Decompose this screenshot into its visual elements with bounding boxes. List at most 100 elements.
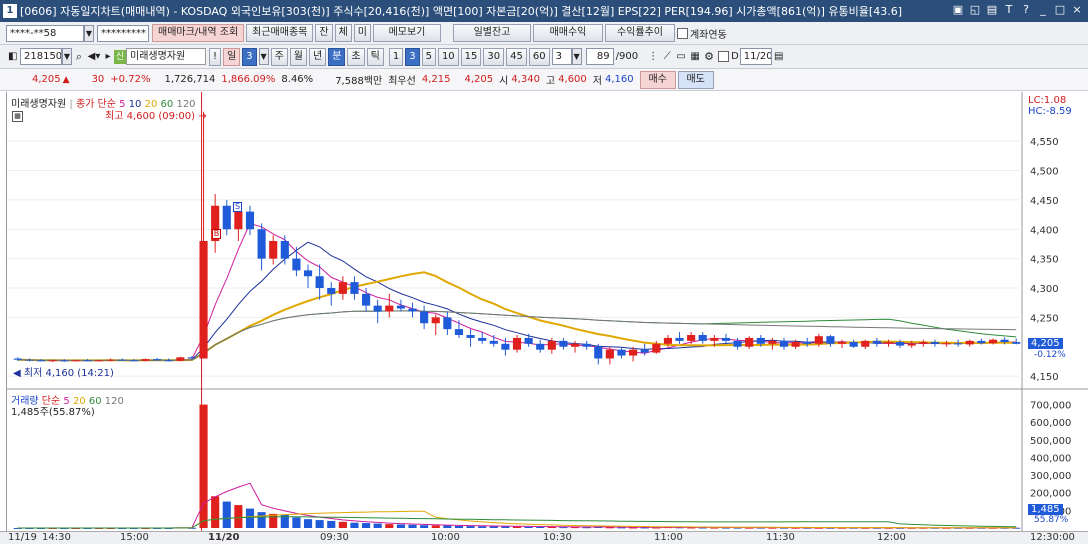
- candle-body: [187, 357, 197, 359]
- restore-layout-icon[interactable]: ◱: [968, 3, 982, 17]
- minimize-icon[interactable]: _: [1036, 3, 1050, 17]
- interval-dropdown-icon[interactable]: ▼: [571, 48, 582, 65]
- period-year-button[interactable]: 년: [309, 47, 327, 66]
- period-tick-button[interactable]: 틱: [366, 47, 384, 66]
- font-icon[interactable]: T: [1002, 3, 1016, 17]
- interval-60-button[interactable]: 60: [528, 47, 550, 66]
- candle-body: [582, 343, 591, 347]
- password-field[interactable]: *********: [97, 24, 149, 42]
- current-price: 4,205: [32, 74, 61, 85]
- period-second-button[interactable]: 초: [347, 47, 365, 66]
- sell-marker[interactable]: S: [233, 202, 242, 212]
- up-arrow-icon: ▲: [62, 74, 70, 85]
- executed-button[interactable]: 체: [334, 24, 352, 42]
- code-dropdown-icon[interactable]: ▼: [62, 48, 72, 65]
- date-checkbox[interactable]: [718, 51, 730, 62]
- volume-bar: [338, 521, 347, 528]
- candle-body: [141, 359, 150, 361]
- window-controls: ▣ ◱ ▤ T ? _ □ ×: [951, 3, 1084, 17]
- credit-badge-icon: 신: [114, 49, 126, 64]
- prev-stock-icon[interactable]: ▸: [102, 51, 114, 62]
- return-trend-button[interactable]: 수익률추이: [604, 24, 675, 42]
- interval-1-button[interactable]: 1: [388, 47, 404, 66]
- account-dropdown-icon[interactable]: ▼: [84, 24, 94, 42]
- window-number-badge: 1: [3, 4, 17, 18]
- candle-body: [768, 340, 777, 344]
- chart-canvas[interactable]: 4,550 4,500 4,450 4,400 4,350 4,300 4,250 4,150…: [7, 92, 1088, 531]
- layout-icon[interactable]: ▣: [951, 3, 965, 17]
- candle-body: [501, 343, 510, 350]
- chart-toolbar: ◧ 218150 ▼ ⌕ ◀▾ ▸ 신 미래생명자원 ! 일 3 ▼ 주 월 년…: [0, 45, 1088, 69]
- price-axis: 4,550 4,500 4,450 4,400 4,350 4,300 4,250 4,150…: [1030, 137, 1071, 517]
- gear-icon[interactable]: ⚙: [702, 50, 716, 63]
- save-icon[interactable]: ▦: [688, 51, 702, 62]
- period-day-count-button[interactable]: 3: [242, 47, 257, 66]
- x-tick-label: 11/20: [208, 532, 240, 543]
- candle-body: [629, 349, 638, 356]
- candle-body: [872, 340, 881, 344]
- candle-body: [547, 340, 556, 350]
- volume-tick-label: 600,000: [1030, 418, 1071, 429]
- volume-bar: [536, 526, 545, 528]
- interval-30-button[interactable]: 30: [483, 47, 505, 66]
- candle-body: [327, 288, 336, 294]
- calendar-icon[interactable]: ▤: [772, 51, 786, 62]
- candle-body: [837, 342, 847, 344]
- volume-bar: [478, 526, 487, 528]
- day-count-dropdown-icon[interactable]: ▼: [258, 48, 269, 65]
- interval-5-button[interactable]: 5: [421, 47, 436, 66]
- period-day-button[interactable]: 일: [223, 47, 241, 66]
- candle-body: [988, 339, 998, 344]
- trade-mark-query-button[interactable]: 매매마크/내역 조회: [152, 24, 245, 42]
- trend-line-icon[interactable]: ⟋: [660, 51, 674, 62]
- close-icon[interactable]: ×: [1070, 3, 1084, 17]
- lc-label: LC:1.08: [1028, 95, 1067, 106]
- candle-body: [315, 276, 324, 288]
- recent-trades-button[interactable]: 최근매매종목: [246, 24, 314, 42]
- code-type-icon[interactable]: ◧: [8, 51, 20, 62]
- candle-body: [965, 340, 974, 345]
- volume-bar: [524, 526, 533, 528]
- period-week-button[interactable]: 주: [270, 47, 288, 66]
- interval-10-button[interactable]: 10: [437, 47, 459, 66]
- count-input[interactable]: 89: [585, 48, 614, 65]
- buy-button[interactable]: 매수: [639, 70, 676, 89]
- help-icon[interactable]: ?: [1019, 3, 1033, 17]
- list-icon[interactable]: ▤: [985, 3, 999, 17]
- buy-marker[interactable]: B: [212, 229, 221, 239]
- balance-button[interactable]: 잔: [315, 24, 333, 42]
- sell-button[interactable]: 매도: [677, 70, 714, 89]
- daily-balance-button[interactable]: 일별잔고: [452, 24, 531, 42]
- candle-body: [489, 340, 498, 344]
- unexecuted-button[interactable]: 미: [353, 24, 371, 42]
- table-toggle-icon[interactable]: ▦: [12, 111, 23, 122]
- interval-15-button[interactable]: 15: [460, 47, 482, 66]
- stock-code-input[interactable]: 218150: [20, 48, 62, 65]
- date-input[interactable]: 11/20: [739, 48, 772, 65]
- interval-3-button[interactable]: 3: [405, 47, 420, 66]
- trade-profit-button[interactable]: 매매수익: [532, 24, 603, 42]
- candle-body: [524, 337, 533, 344]
- current-volume-tag: 1,485: [1028, 504, 1063, 515]
- interval-45-button[interactable]: 45: [506, 47, 527, 66]
- account-link-checkbox[interactable]: [676, 27, 688, 39]
- alert-button[interactable]: !: [209, 47, 222, 66]
- memo-view-button[interactable]: 메모보기: [372, 24, 441, 42]
- price-tick-label: 4,350: [1030, 255, 1059, 266]
- period-minute-button[interactable]: 분: [328, 47, 346, 66]
- window-icon[interactable]: ▭: [674, 51, 688, 62]
- period-month-button[interactable]: 월: [289, 47, 307, 66]
- maximize-icon[interactable]: □: [1053, 3, 1067, 17]
- candle-body: [176, 357, 185, 361]
- volume-bar: [454, 525, 464, 528]
- account-select[interactable]: ****-**58: [6, 24, 84, 42]
- speaker-icon[interactable]: ◀▾: [86, 51, 102, 62]
- search-icon[interactable]: ⌕: [72, 50, 86, 64]
- price-change-pct: +0.72%: [110, 74, 151, 85]
- chart-tool-icon[interactable]: ⋮: [646, 51, 660, 62]
- candle-body: [466, 335, 475, 338]
- interval-custom-input[interactable]: 3: [551, 48, 572, 65]
- candle-body: [779, 340, 789, 347]
- chart-area[interactable]: 4,550 4,500 4,450 4,400 4,350 4,300 4,250 4,150…: [6, 92, 1088, 531]
- low-note: ◀ 최저 4,160 (14:21): [13, 368, 114, 379]
